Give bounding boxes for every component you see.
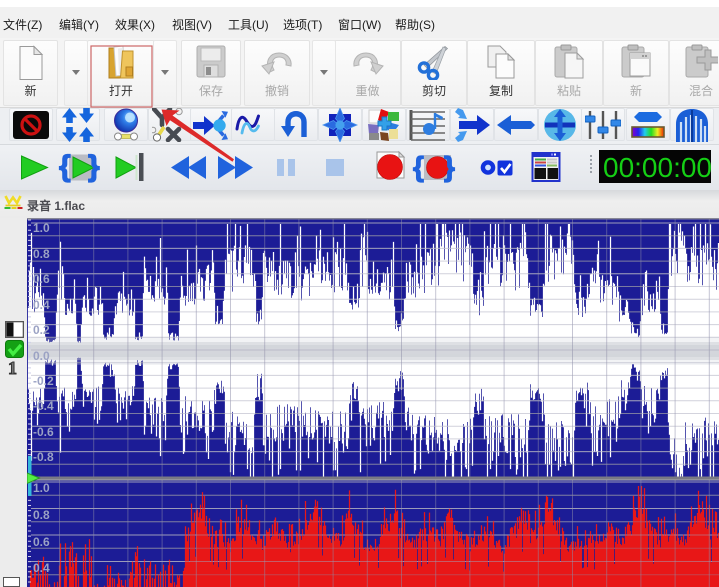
svg-text:-0.4: -0.4 <box>33 399 54 413</box>
svg-text:1.0: 1.0 <box>33 481 50 495</box>
svg-text:-0.8: -0.8 <box>33 450 54 464</box>
svg-text:0.0: 0.0 <box>33 349 50 363</box>
svg-text:0.6: 0.6 <box>33 535 50 549</box>
svg-text:-0.6: -0.6 <box>33 425 54 439</box>
svg-text:0.4: 0.4 <box>33 298 50 312</box>
svg-text:0.4: 0.4 <box>33 561 50 575</box>
svg-text:0.8: 0.8 <box>33 508 50 522</box>
svg-text:-0.2: -0.2 <box>33 374 54 388</box>
svg-text:0.2: 0.2 <box>33 323 50 337</box>
